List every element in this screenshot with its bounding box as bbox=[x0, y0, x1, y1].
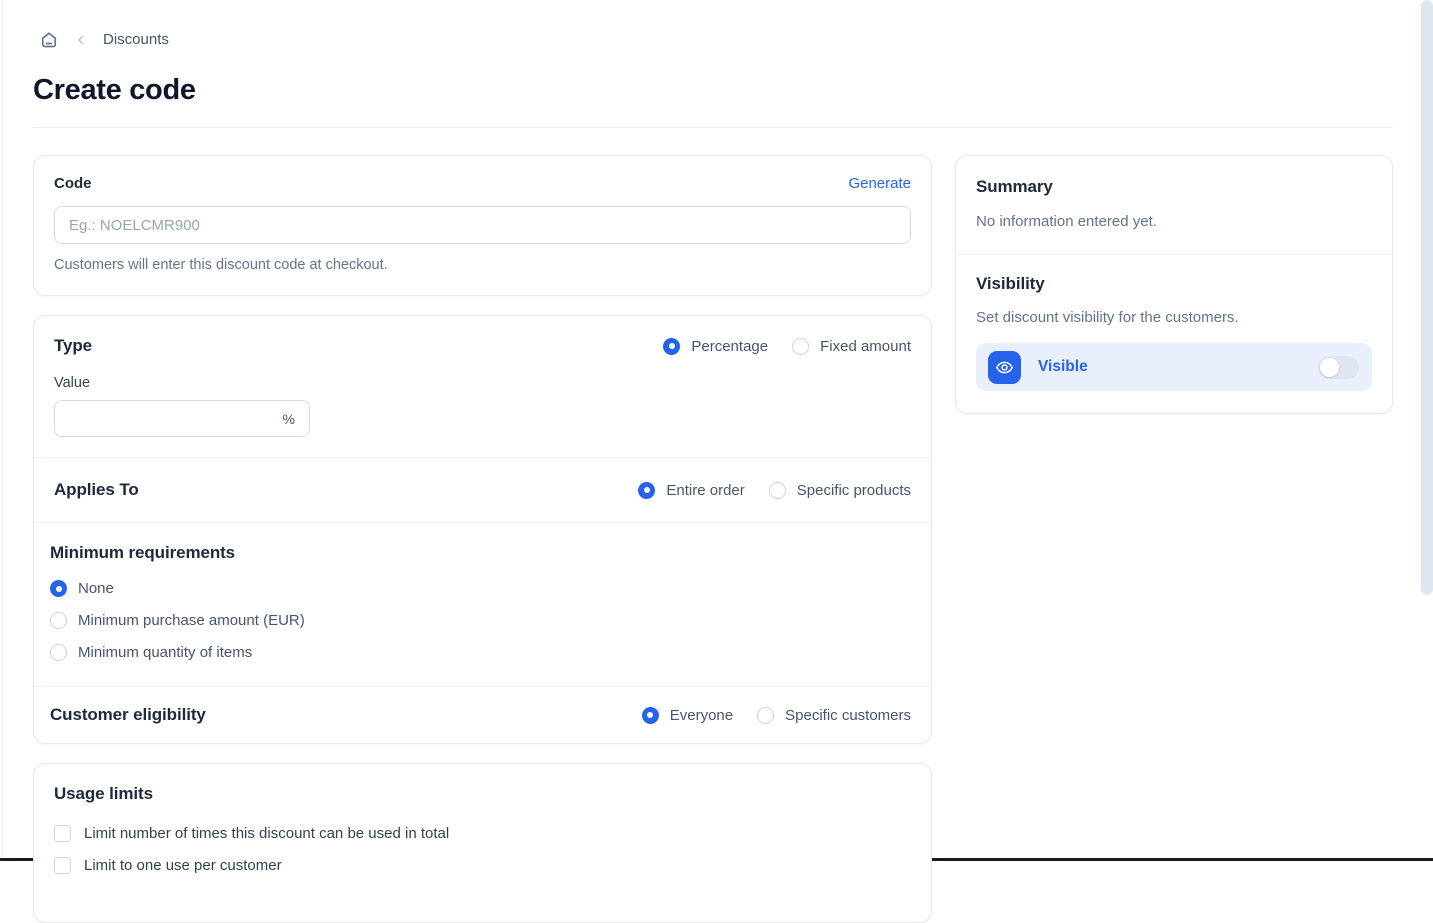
breadcrumb: Discounts bbox=[39, 29, 169, 50]
radio-label: Fixed amount bbox=[820, 338, 911, 355]
percent-suffix: % bbox=[283, 411, 295, 427]
minimum-requirements-radio-group: None Minimum purchase amount (EUR) Minim… bbox=[50, 580, 911, 661]
radio-label: Percentage bbox=[691, 338, 768, 355]
summary-visibility-card: Summary No information entered yet. Visi… bbox=[955, 155, 1393, 414]
radio-specific-customers bbox=[757, 707, 774, 724]
sidebar-column: Summary No information entered yet. Visi… bbox=[955, 155, 1393, 414]
generate-button[interactable]: Generate bbox=[848, 175, 911, 192]
radio-none bbox=[50, 580, 67, 597]
toggle-knob bbox=[1320, 358, 1339, 377]
radio-everyone bbox=[642, 707, 659, 724]
title-divider bbox=[33, 127, 1393, 128]
usage-limits-title: Usage limits bbox=[54, 784, 153, 803]
code-card: Code Generate Customers will enter this … bbox=[33, 155, 932, 296]
visibility-title: Visibility bbox=[976, 274, 1372, 294]
customer-eligibility-title: Customer eligibility bbox=[50, 705, 206, 725]
checkbox-label: Limit to one use per customer bbox=[84, 857, 282, 874]
type-radio-group: Percentage Fixed amount bbox=[663, 338, 911, 355]
breadcrumb-discounts-link[interactable]: Discounts bbox=[103, 31, 169, 48]
minimum-requirements-section: Minimum requirements None Minimum purcha… bbox=[34, 522, 931, 686]
type-section: Type Percentage Fixed amount Value % bbox=[34, 316, 931, 457]
applies-to-radio-group: Entire order Specific products bbox=[638, 482, 911, 499]
checkbox-option-limit-one-per-customer[interactable]: Limit to one use per customer bbox=[54, 857, 911, 874]
radio-option-specific-products[interactable]: Specific products bbox=[769, 482, 911, 499]
checkbox-limit-one-per-customer bbox=[54, 857, 71, 874]
window-left-edge bbox=[2, 0, 3, 861]
summary-title: Summary bbox=[976, 177, 1372, 197]
radio-option-minimum-quantity[interactable]: Minimum quantity of items bbox=[50, 644, 911, 661]
radio-option-none[interactable]: None bbox=[50, 580, 911, 597]
checkbox-option-limit-total-uses[interactable]: Limit number of times this discount can … bbox=[54, 825, 911, 842]
radio-label: Minimum purchase amount (EUR) bbox=[78, 612, 305, 629]
radio-minimum-quantity bbox=[50, 644, 67, 661]
radio-option-specific-customers[interactable]: Specific customers bbox=[757, 707, 911, 724]
eye-icon bbox=[988, 351, 1021, 384]
radio-label: Specific customers bbox=[785, 707, 911, 724]
applies-to-section: Applies To Entire order Specific product… bbox=[34, 457, 931, 522]
visibility-section: Visibility Set discount visibility for t… bbox=[956, 254, 1392, 413]
radio-fixed-amount bbox=[792, 338, 809, 355]
summary-section: Summary No information entered yet. bbox=[956, 156, 1392, 254]
value-input[interactable] bbox=[54, 400, 310, 437]
radio-option-everyone[interactable]: Everyone bbox=[642, 707, 733, 724]
radio-label: Specific products bbox=[797, 482, 911, 499]
home-icon[interactable] bbox=[39, 29, 60, 50]
form-column: Code Generate Customers will enter this … bbox=[33, 155, 932, 923]
page-title: Create code bbox=[33, 74, 196, 107]
customer-eligibility-section: Customer eligibility Everyone Specific c… bbox=[34, 686, 931, 743]
chevron-left-icon bbox=[75, 34, 87, 46]
summary-empty-text: No information entered yet. bbox=[976, 213, 1372, 230]
radio-label: None bbox=[78, 580, 114, 597]
checkbox-label: Limit number of times this discount can … bbox=[84, 825, 449, 842]
value-label: Value bbox=[54, 375, 911, 391]
radio-label: Entire order bbox=[666, 482, 744, 499]
radio-option-fixed-amount[interactable]: Fixed amount bbox=[792, 338, 911, 355]
type-section-title: Type bbox=[54, 336, 92, 356]
checkbox-limit-total-uses bbox=[54, 825, 71, 842]
visible-label: Visible bbox=[1038, 358, 1088, 376]
value-input-wrap: % bbox=[54, 400, 310, 437]
radio-specific-products bbox=[769, 482, 786, 499]
radio-percentage bbox=[663, 338, 680, 355]
radio-entire-order bbox=[638, 482, 655, 499]
code-label: Code bbox=[54, 175, 92, 192]
scrollbar-thumb[interactable] bbox=[1421, 0, 1433, 595]
visible-toggle[interactable] bbox=[1318, 356, 1359, 379]
discount-settings-card: Type Percentage Fixed amount Value % bbox=[33, 315, 932, 744]
code-helper-text: Customers will enter this discount code … bbox=[54, 257, 911, 273]
minimum-requirements-title: Minimum requirements bbox=[50, 543, 235, 562]
radio-label: Minimum quantity of items bbox=[78, 644, 252, 661]
radio-label: Everyone bbox=[670, 707, 733, 724]
radio-minimum-purchase-amount bbox=[50, 612, 67, 629]
radio-option-entire-order[interactable]: Entire order bbox=[638, 482, 744, 499]
visibility-description: Set discount visibility for the customer… bbox=[976, 309, 1372, 326]
code-input[interactable] bbox=[54, 206, 911, 244]
customer-eligibility-radio-group: Everyone Specific customers bbox=[642, 707, 911, 724]
visible-toggle-row: Visible bbox=[976, 343, 1372, 391]
usage-limits-card: Usage limits Limit number of times this … bbox=[33, 763, 932, 923]
radio-option-minimum-purchase-amount[interactable]: Minimum purchase amount (EUR) bbox=[50, 612, 911, 629]
applies-to-title: Applies To bbox=[54, 480, 139, 500]
radio-option-percentage[interactable]: Percentage bbox=[663, 338, 768, 355]
